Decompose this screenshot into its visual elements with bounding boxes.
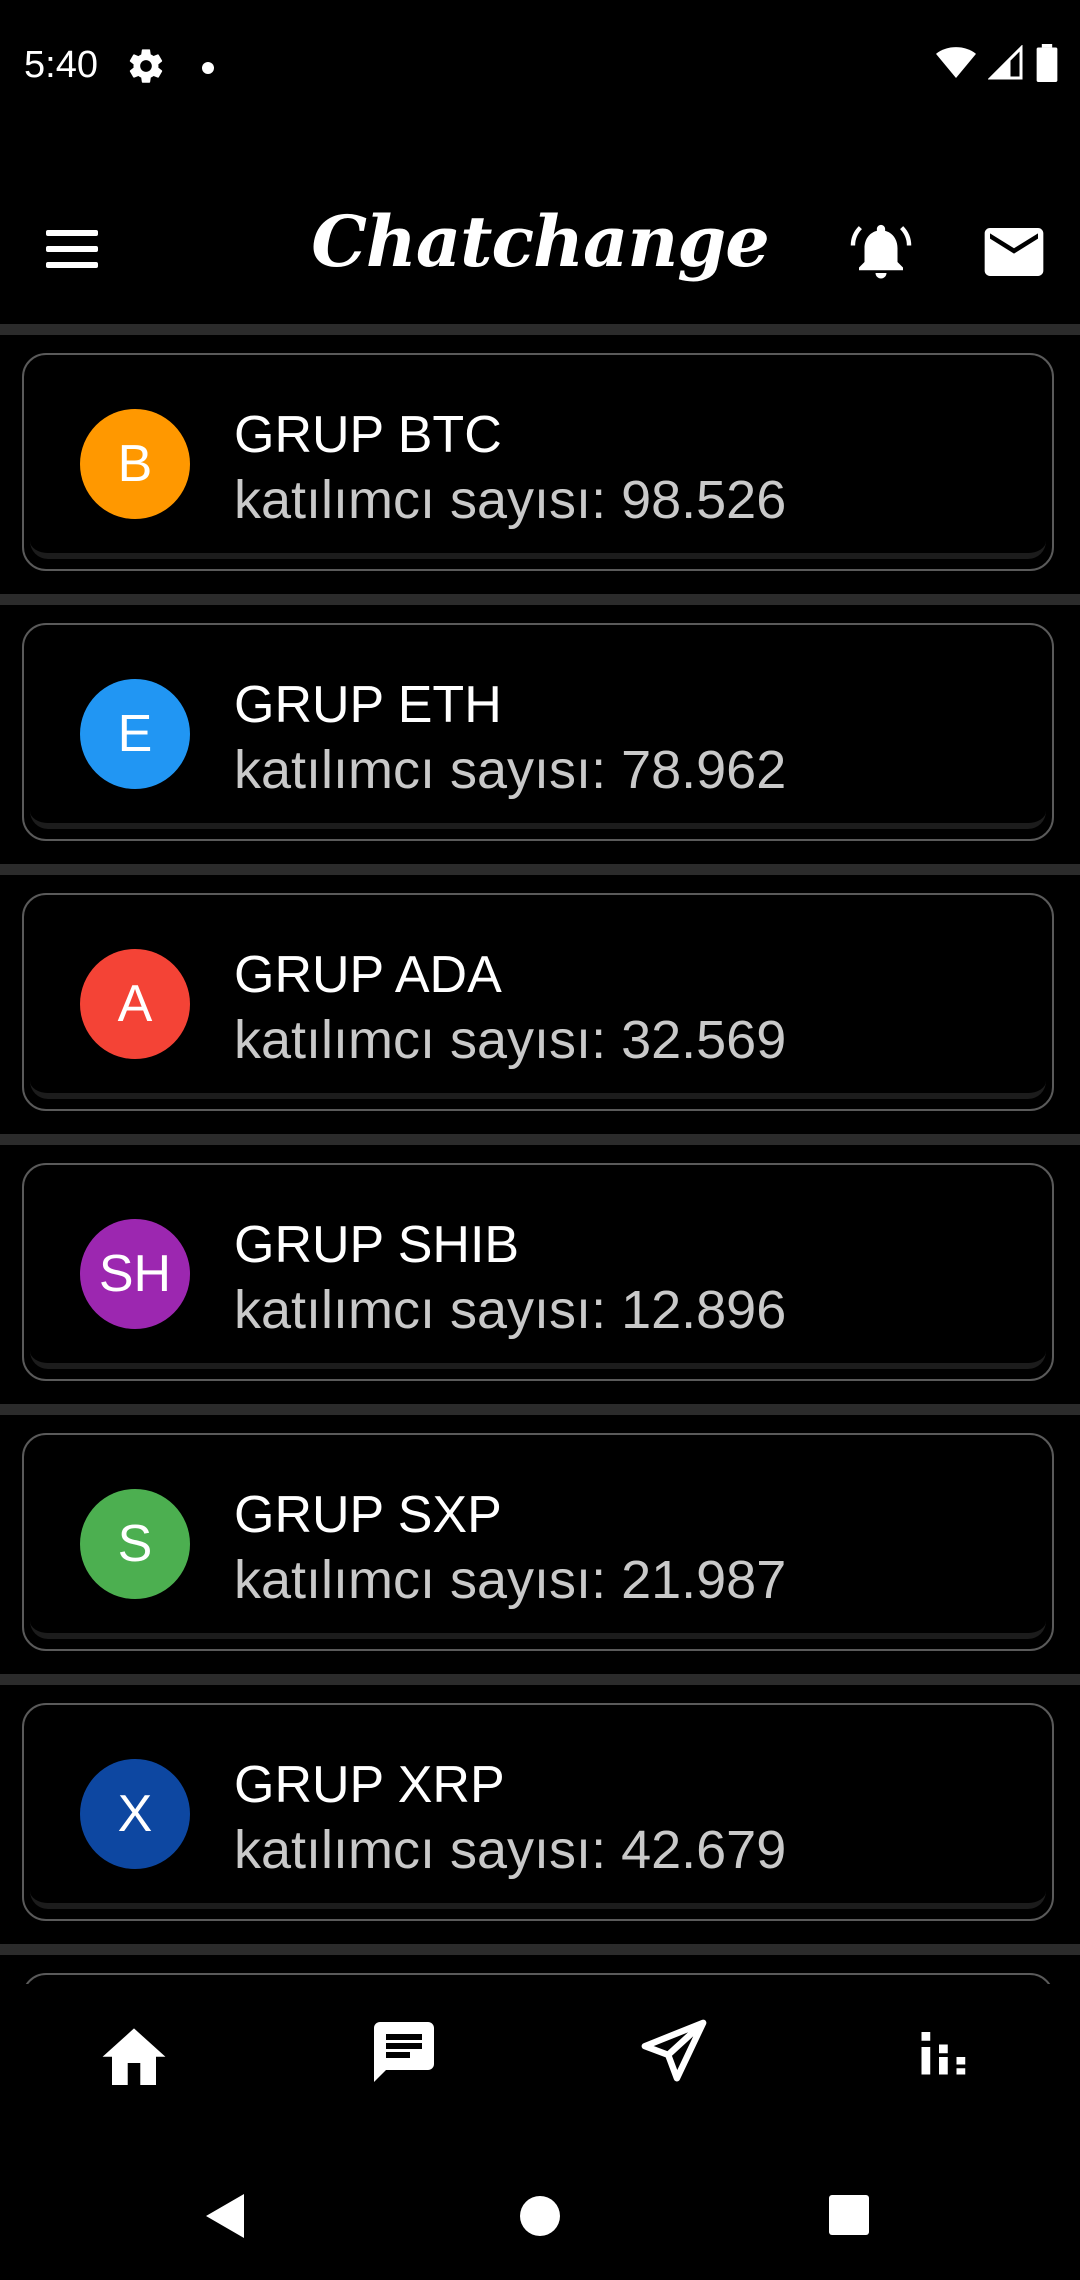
list-item: S GRUP SXP katılımcı sayısı: 21.987 [0,1415,1080,1674]
settings-gear-icon [129,49,163,83]
group-name: GRUP BTC [234,406,502,464]
system-navigation-bar [0,2120,1080,2280]
participant-count: katılımcı sayısı: 12.896 [234,1280,787,1340]
group-name: GRUP ETH [234,676,502,734]
home-circle-icon[interactable] [518,2194,562,2238]
nav-send[interactable] [634,2012,714,2092]
avatar: B [80,409,190,519]
group-card-ada[interactable]: A GRUP ADA katılımcı sayısı: 32.569 [22,893,1054,1111]
list-item: SH GRUP SHIB katılımcı sayısı: 12.896 [0,1145,1080,1404]
divider [0,1674,1080,1685]
avatar: E [80,679,190,789]
app-title: Chatchange [311,200,770,283]
divider [0,1944,1080,1955]
notification-bell-icon[interactable] [848,218,914,284]
app-bar: Chatchange [0,134,1080,324]
group-name: GRUP SXP [234,1486,502,1544]
status-time: 5:40 [24,44,98,86]
notification-dot-icon [202,62,214,74]
group-name: GRUP ADA [234,946,502,1004]
bottom-navigation [0,1984,1080,2120]
participant-count: katılımcı sayısı: 78.962 [234,740,787,800]
avatar: S [80,1489,190,1599]
divider [0,324,1080,335]
list-item: B GRUP BTC katılımcı sayısı: 98.526 [0,335,1080,594]
group-list: B GRUP BTC katılımcı sayısı: 98.526 E GR… [0,324,1080,1984]
divider [0,1404,1080,1415]
participant-count: katılımcı sayısı: 21.987 [234,1550,787,1610]
list-item: X GRUP XRP katılımcı sayısı: 42.679 [0,1685,1080,1944]
participant-count: katılımcı sayısı: 98.526 [234,470,787,530]
status-icons [936,44,1058,82]
divider [0,864,1080,875]
status-bar: 5:40 [0,0,1080,134]
list-item: A GRUP ADA katılımcı sayısı: 32.569 [0,875,1080,1134]
list-item-partial [0,1955,1080,1984]
back-icon[interactable] [204,2192,246,2240]
signal-icon [988,45,1023,80]
group-card-sxp[interactable]: S GRUP SXP katılımcı sayısı: 21.987 [22,1433,1054,1651]
avatar: SH [80,1219,190,1329]
recents-icon[interactable] [828,2194,870,2236]
home-icon [102,2028,166,2085]
group-card-shib[interactable]: SH GRUP SHIB katılımcı sayısı: 12.896 [22,1163,1054,1381]
group-card-btc[interactable]: B GRUP BTC katılımcı sayısı: 98.526 [22,353,1054,571]
stats-icon [921,2032,966,2075]
group-name: GRUP XRP [234,1756,505,1814]
list-item: E GRUP ETH katılımcı sayısı: 78.962 [0,605,1080,864]
battery-icon [1036,44,1058,82]
send-icon [641,2019,707,2082]
mail-icon[interactable] [982,222,1046,282]
nav-chat[interactable] [364,2012,444,2092]
group-name: GRUP SHIB [234,1216,520,1274]
avatar: X [80,1759,190,1869]
nav-home[interactable] [94,2012,174,2092]
group-card-eth[interactable]: E GRUP ETH katılımcı sayısı: 78.962 [22,623,1054,841]
group-card-partial[interactable] [22,1973,1054,1984]
divider [0,594,1080,605]
avatar: A [80,949,190,1059]
wifi-icon [936,47,976,78]
chat-icon [374,2022,434,2082]
participant-count: katılımcı sayısı: 42.679 [234,1820,787,1880]
participant-count: katılımcı sayısı: 32.569 [234,1010,787,1070]
group-card-xrp[interactable]: X GRUP XRP katılımcı sayısı: 42.679 [22,1703,1054,1921]
divider [0,1134,1080,1145]
nav-stats[interactable] [904,2012,984,2092]
